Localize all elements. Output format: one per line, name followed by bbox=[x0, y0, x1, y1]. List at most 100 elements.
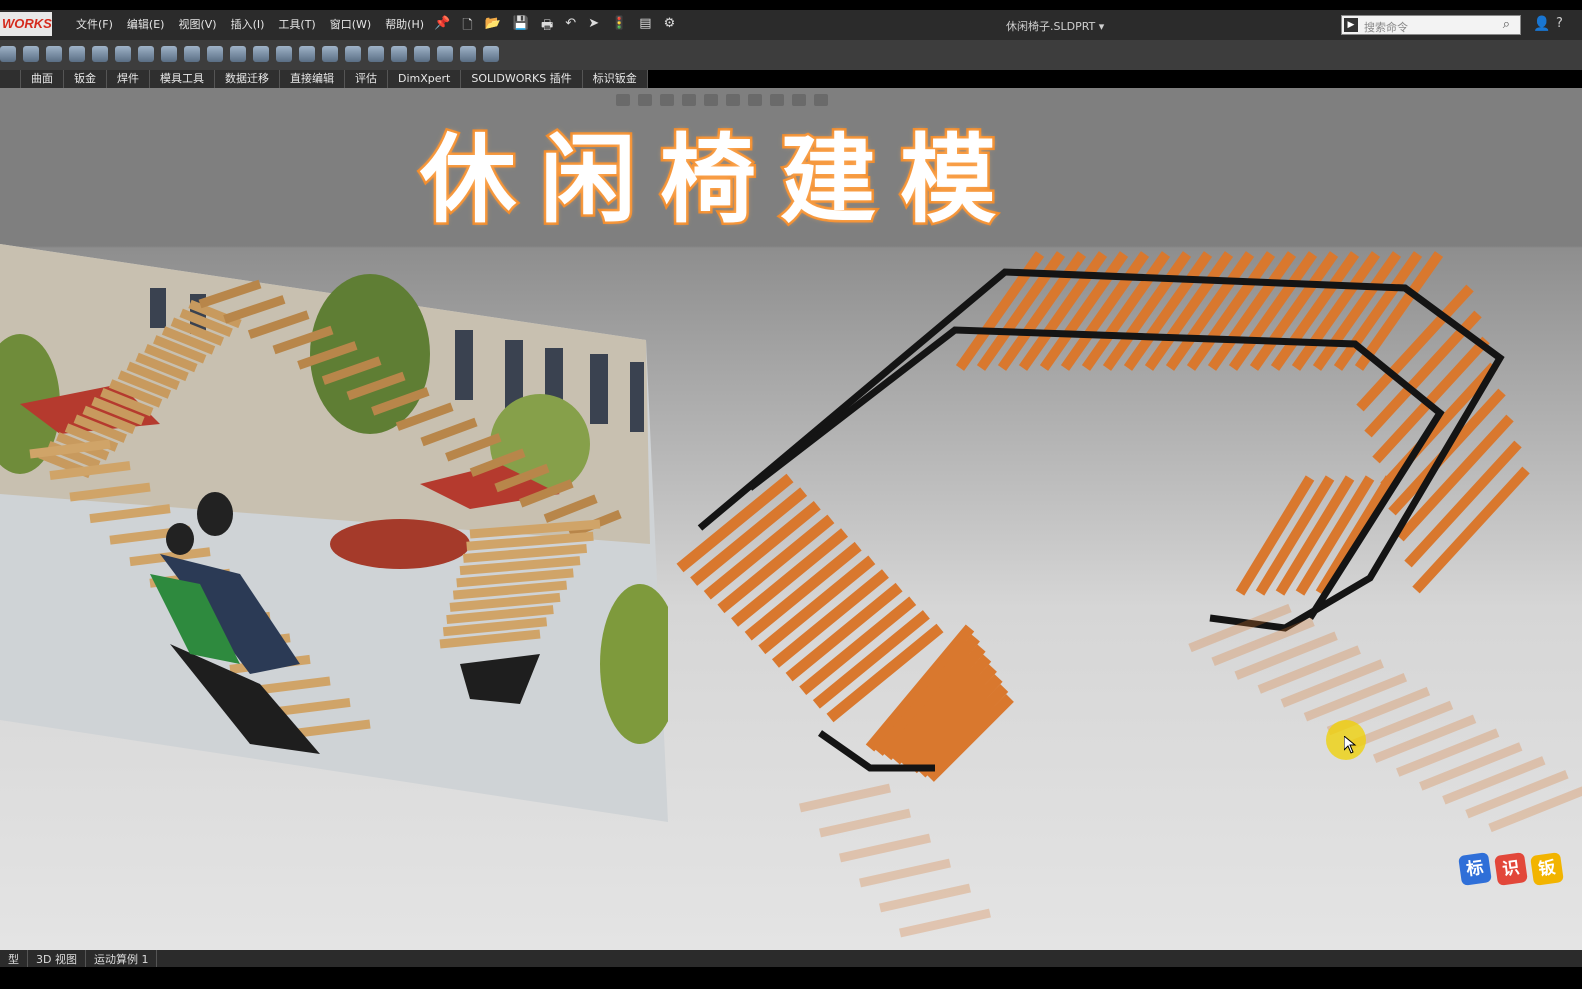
tool-icon[interactable] bbox=[253, 46, 269, 62]
search-placeholder: 搜索命令 bbox=[1364, 21, 1408, 34]
tool-icon[interactable] bbox=[368, 46, 384, 62]
options-gear-icon[interactable]: ⚙ bbox=[664, 16, 676, 38]
wood-slat bbox=[1123, 251, 1213, 371]
tool-icon[interactable] bbox=[115, 46, 131, 62]
print-icon[interactable]: 🖶 bbox=[541, 16, 553, 38]
wood-slat bbox=[1465, 769, 1569, 819]
wood-slat bbox=[1060, 251, 1150, 371]
wood-slat bbox=[1207, 251, 1297, 371]
wood-slat bbox=[1234, 631, 1338, 680]
tool-icon[interactable] bbox=[414, 46, 430, 62]
open-file-icon[interactable]: 📂 bbox=[485, 16, 501, 38]
wood-slat bbox=[1488, 786, 1582, 833]
tab-motion-study[interactable]: 运动算例 1 bbox=[86, 950, 158, 967]
wood-slat bbox=[859, 858, 951, 888]
watermark-badge-3: 钣 bbox=[1530, 852, 1564, 886]
menu-edit[interactable]: 编辑(E) bbox=[127, 16, 165, 32]
menu-window[interactable]: 窗口(W) bbox=[330, 16, 371, 32]
menu-view[interactable]: 视图(V) bbox=[178, 16, 216, 32]
tool-icon[interactable] bbox=[345, 46, 361, 62]
tool-icon[interactable] bbox=[138, 46, 154, 62]
tool-icon[interactable] bbox=[161, 46, 177, 62]
menu-file[interactable]: 文件(F) bbox=[76, 16, 113, 32]
tab-marker-sheet-metal[interactable]: 标识钣金 bbox=[583, 70, 648, 88]
wood-slat bbox=[1270, 251, 1360, 371]
wood-slat bbox=[1144, 251, 1234, 371]
menu-tools[interactable]: 工具(T) bbox=[278, 16, 315, 32]
wood-slat bbox=[1257, 645, 1361, 694]
tool-icon[interactable] bbox=[483, 46, 499, 62]
wood-slat bbox=[1372, 714, 1477, 763]
tab-features[interactable] bbox=[0, 70, 21, 88]
tool-icon[interactable] bbox=[299, 46, 315, 62]
menu-insert[interactable]: 插入(I) bbox=[231, 16, 265, 32]
reference-photo bbox=[0, 244, 668, 822]
tool-icon[interactable] bbox=[92, 46, 108, 62]
wood-slat bbox=[1303, 673, 1408, 722]
command-search-icon: ▶ bbox=[1344, 18, 1358, 32]
wood-slat bbox=[1228, 251, 1318, 371]
file-properties-icon[interactable]: ▤ bbox=[639, 16, 651, 38]
tab-surfaces[interactable]: 曲面 bbox=[21, 70, 64, 88]
save-icon[interactable]: 💾 bbox=[513, 16, 529, 38]
rebuild-icon[interactable]: 🚦 bbox=[611, 16, 627, 38]
quick-access-toolbar: 📌 🗋 📂 💾 🖶 ↶ ➤ 🚦 ▤ ⚙ bbox=[434, 16, 675, 38]
tool-icon[interactable] bbox=[69, 46, 85, 62]
tab-mold-tools[interactable]: 模具工具 bbox=[150, 70, 215, 88]
tab-evaluate[interactable]: 评估 bbox=[345, 70, 388, 88]
tab-weldments[interactable]: 焊件 bbox=[107, 70, 150, 88]
menu-help[interactable]: 帮助(H) bbox=[385, 16, 424, 32]
wood-slat bbox=[799, 783, 891, 813]
document-title: 休闲椅子.SLDPRT ▾ bbox=[1006, 20, 1105, 33]
wood-slat bbox=[879, 883, 971, 913]
select-cursor-icon[interactable]: ➤ bbox=[588, 16, 599, 38]
command-manager-tabs: 曲面 钣金 焊件 模具工具 数据迁移 直接编辑 评估 DimXpert SOLI… bbox=[0, 70, 648, 88]
tool-icon[interactable] bbox=[207, 46, 223, 62]
tab-dimxpert[interactable]: DimXpert bbox=[388, 70, 462, 88]
user-icon[interactable]: 👤 bbox=[1533, 16, 1550, 32]
tool-icon[interactable] bbox=[276, 46, 292, 62]
help-icon[interactable]: ? bbox=[1556, 16, 1563, 31]
wood-slat bbox=[839, 833, 931, 863]
tool-icon[interactable] bbox=[0, 46, 16, 62]
tool-icon[interactable] bbox=[23, 46, 39, 62]
tab-model[interactable]: 型 bbox=[0, 950, 28, 967]
tool-icon[interactable] bbox=[391, 46, 407, 62]
mouse-cursor-highlight bbox=[1326, 720, 1366, 760]
new-file-icon[interactable]: 🗋 bbox=[462, 16, 472, 38]
wood-slat bbox=[1102, 251, 1192, 371]
feature-tool-icons bbox=[0, 46, 499, 62]
wood-slat bbox=[1280, 659, 1384, 708]
wood-slat bbox=[1354, 251, 1444, 371]
tool-icon[interactable] bbox=[46, 46, 62, 62]
wood-slat bbox=[1312, 251, 1402, 371]
tab-sheet-metal[interactable]: 钣金 bbox=[64, 70, 107, 88]
tab-3d-view[interactable]: 3D 视图 bbox=[28, 950, 86, 967]
tab-direct-editing[interactable]: 直接编辑 bbox=[280, 70, 345, 88]
search-box[interactable]: ▶ 搜索命令 ⌕ bbox=[1341, 15, 1521, 35]
wood-slat bbox=[899, 908, 991, 938]
wood-slat bbox=[1349, 700, 1454, 750]
pointer-icon bbox=[1344, 736, 1357, 754]
overlay-title: 休闲椅建模 bbox=[418, 122, 1020, 239]
tool-icon[interactable] bbox=[184, 46, 200, 62]
tool-icon[interactable] bbox=[322, 46, 338, 62]
magnifier-icon[interactable]: ⌕ bbox=[1503, 17, 1510, 32]
tab-data-migration[interactable]: 数据迁移 bbox=[215, 70, 280, 88]
watermark-badge-1: 标 bbox=[1458, 852, 1492, 886]
undo-icon[interactable]: ↶ bbox=[565, 16, 576, 38]
pin-icon[interactable]: 📌 bbox=[434, 16, 450, 38]
wood-slat bbox=[1442, 756, 1546, 805]
solidworks-logo[interactable]: WORKS bbox=[0, 12, 52, 36]
wood-slat bbox=[819, 808, 911, 838]
wood-slat bbox=[1249, 251, 1339, 371]
tool-icon[interactable] bbox=[460, 46, 476, 62]
wood-slat bbox=[1165, 251, 1255, 371]
tool-icon[interactable] bbox=[437, 46, 453, 62]
tab-solidworks-addins[interactable]: SOLIDWORKS 插件 bbox=[461, 70, 583, 88]
wood-slat bbox=[1396, 728, 1500, 777]
watermark-badge-2: 识 bbox=[1494, 852, 1528, 886]
wood-slat bbox=[1081, 251, 1171, 371]
view-tabs-bar: 型 3D 视图 运动算例 1 bbox=[0, 950, 1582, 967]
tool-icon[interactable] bbox=[230, 46, 246, 62]
